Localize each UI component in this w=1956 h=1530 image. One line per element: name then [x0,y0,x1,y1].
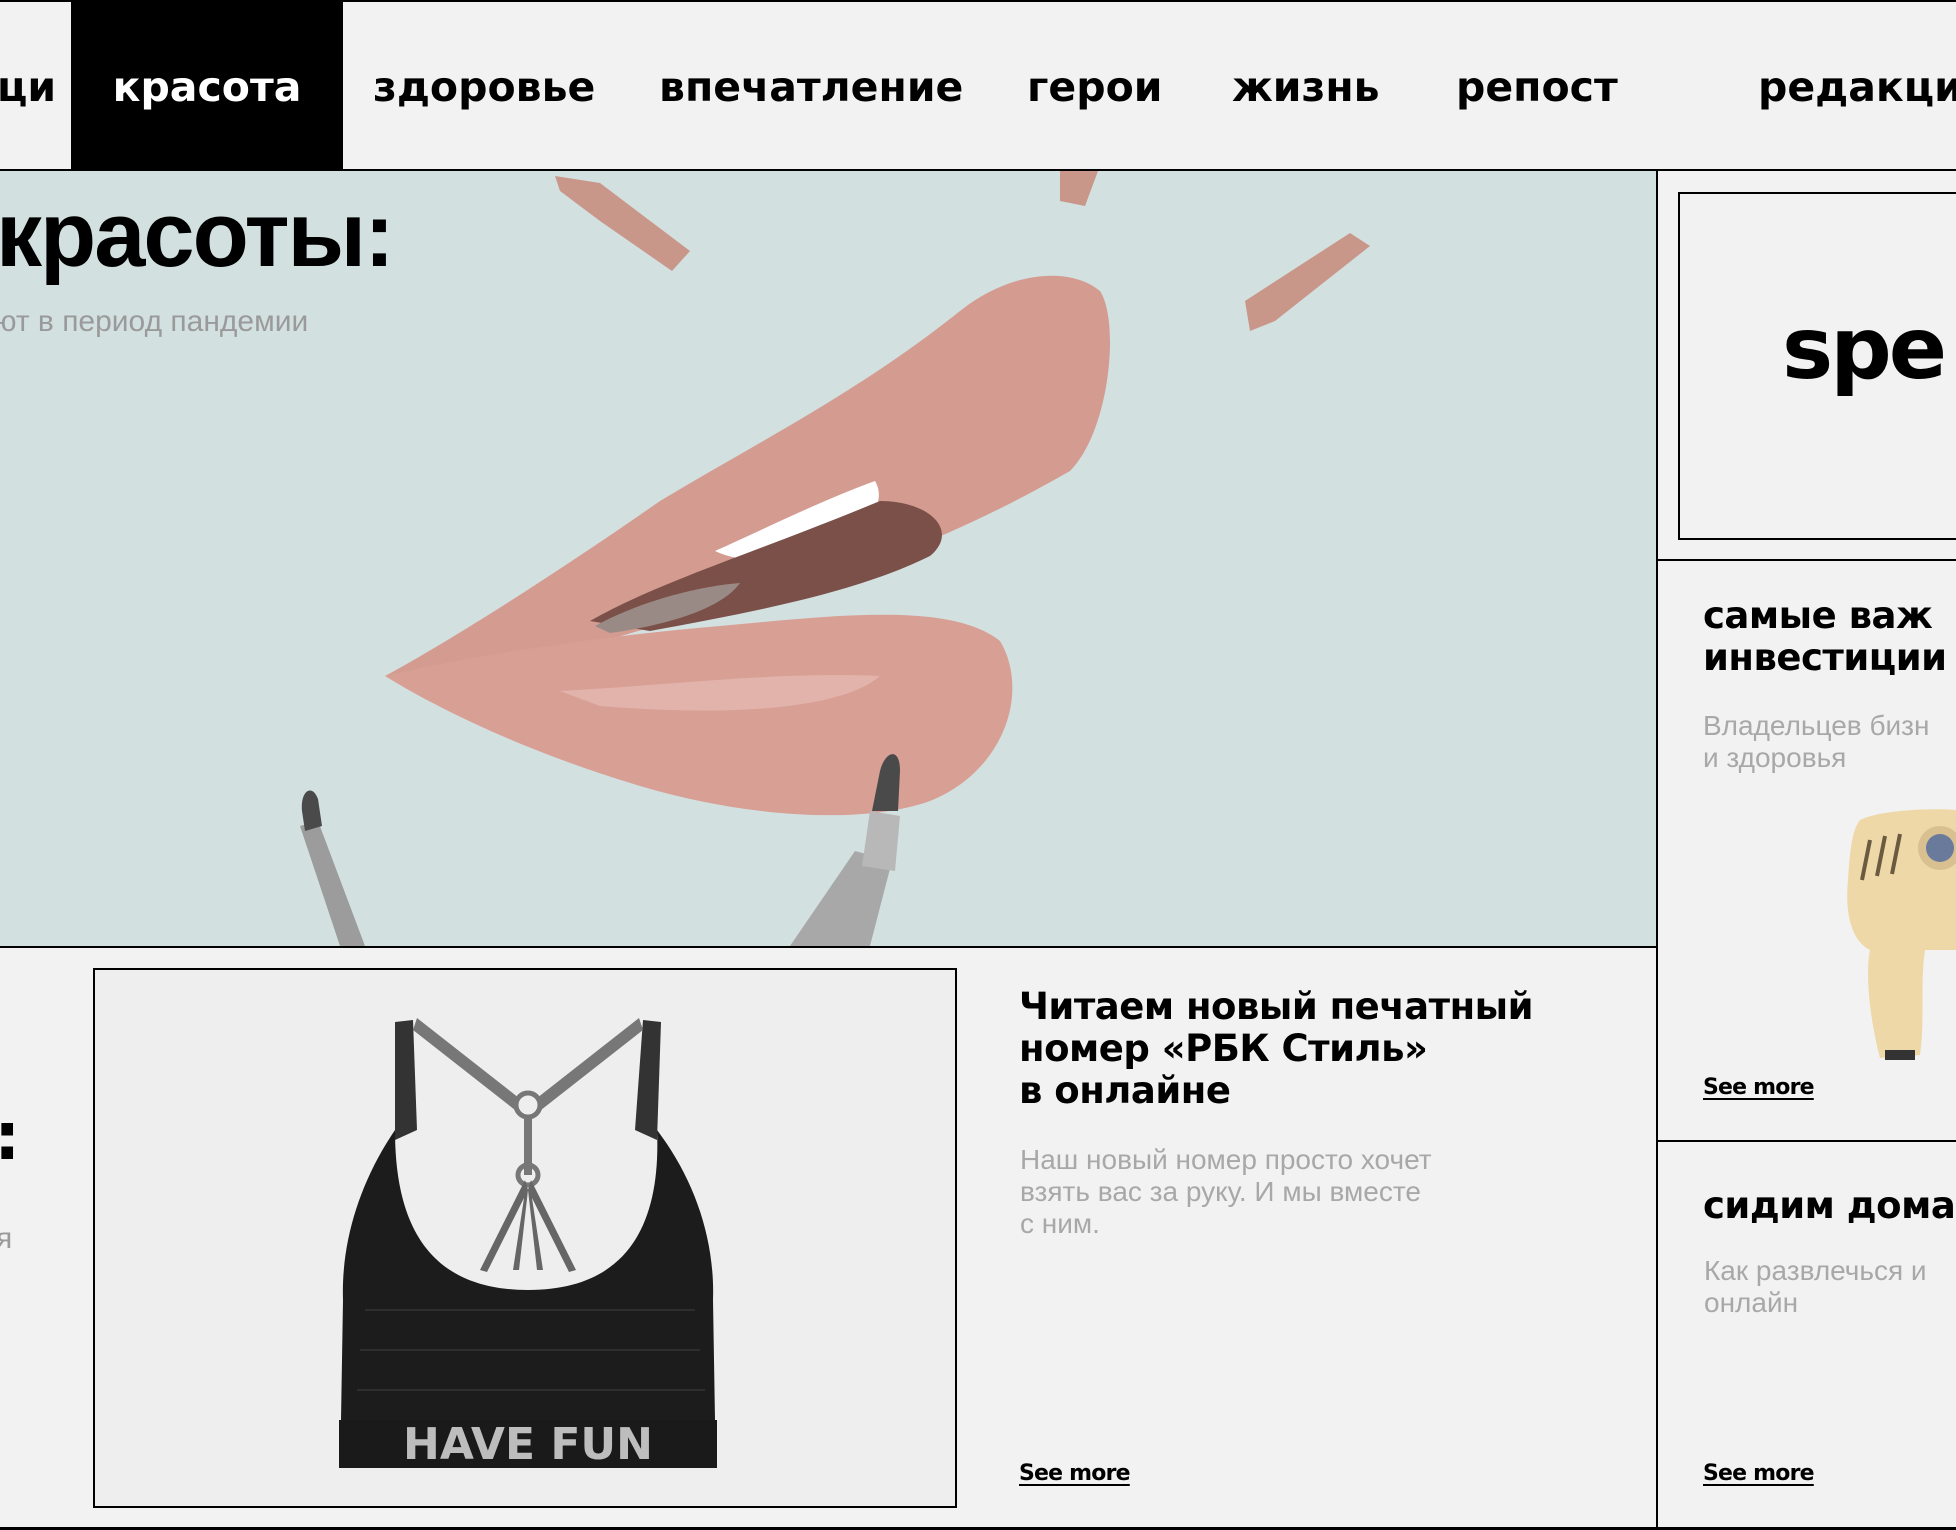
article-desc-line: с ним. [1020,1208,1100,1239]
hero-article[interactable]: красоты: ют в период пандемии [0,171,1656,946]
card-title-line[interactable]: самые важ [1703,595,1933,637]
card1-see-more-link[interactable]: See more [1703,1075,1815,1100]
card-desc-line: Как развлечься и [1704,1255,1927,1286]
nav-item-beauty[interactable]: красота [71,2,343,172]
right-column-divider [1656,170,1658,1530]
nav-item-editorial[interactable]: редакцис [1758,2,1956,172]
card-title-line[interactable]: инвестиции [1703,637,1947,679]
nav-item-partial-left[interactable]: ци [0,2,56,172]
nav-item-heroes[interactable]: герои [1027,2,1162,172]
card-desc-line: и здоровья [1703,742,1847,773]
special-project-promo[interactable]: spe [1678,192,1956,540]
nav-item-life[interactable]: жизнь [1232,2,1380,172]
card2-see-more-link[interactable]: See more [1703,1461,1815,1486]
card-desc-line: Владельцев бизн [1703,710,1930,741]
hero-title[interactable]: красоты: [0,189,395,281]
article-desc-line: Наш новый номер просто хочет [1020,1144,1432,1175]
partial-article-title[interactable]: : [0,1098,20,1175]
hero-subtitle: ют в период пандемии [0,305,309,338]
sports-bra-image: HAVE FUN [339,1018,717,1470]
right-divider-2 [1657,1140,1956,1142]
article-see-more-link[interactable]: See more [1019,1461,1131,1486]
article-image[interactable]: HAVE FUN [93,968,957,1508]
article-title-line[interactable]: Читаем новый печатный [1019,986,1619,1028]
nav-item-repost[interactable]: репост [1456,2,1618,172]
lips-illustration [300,171,1370,946]
promo-text: spe [1782,299,1947,399]
hero-divider [0,946,1657,948]
card-desc-line: онлайн [1704,1287,1799,1318]
device-image [1847,809,1956,1060]
top-navigation: ци красота здоровье впечатление герои жи… [0,0,1956,172]
nav-item-impression[interactable]: впечатление [659,2,963,172]
product-print-text: HAVE FUN [403,1419,653,1470]
article-desc-line: взять вас за руку. И мы вместе [1020,1176,1421,1207]
article-description: Наш новый номер просто хочет взять вас з… [1020,1144,1580,1240]
article-title[interactable]: Читаем новый печатный номер «РБК Стиль» … [1019,986,1619,1112]
card2-title[interactable]: сидим дома [1703,1185,1956,1227]
right-divider-1 [1657,559,1956,561]
article-title-line[interactable]: в онлайне [1019,1070,1619,1112]
partial-article-desc: я [0,1222,13,1255]
nav-item-health[interactable]: здоровье [373,2,595,172]
article-title-line[interactable]: номер «РБК Стиль» [1019,1028,1619,1070]
